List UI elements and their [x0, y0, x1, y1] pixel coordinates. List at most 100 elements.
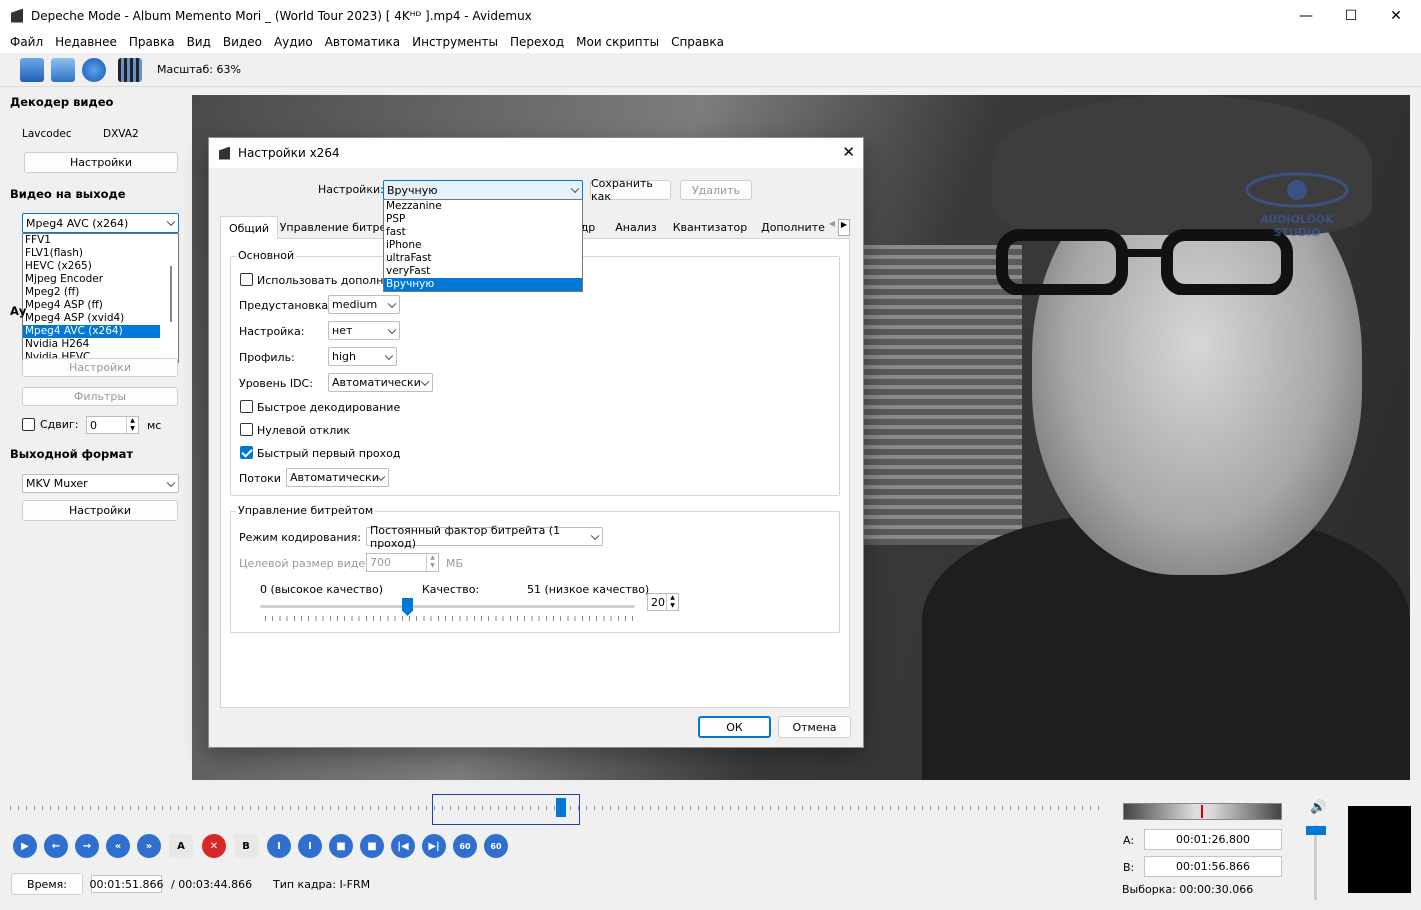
shift-input[interactable]: 0 ▲ ▼ — [86, 416, 139, 434]
watermark-line1: AUDIOLOOK — [1260, 213, 1334, 226]
tab-bitrate[interactable]: Управление битре — [280, 216, 386, 238]
marker-b-field[interactable]: 00:01:56.866 — [1144, 856, 1282, 877]
tab-analysis[interactable]: Анализ — [610, 216, 662, 238]
menu-edit[interactable]: Правка — [123, 35, 181, 49]
list-item-selected[interactable]: Mpeg4 AVC (x264) — [23, 325, 160, 338]
tab-advanced[interactable]: Дополните — [760, 216, 826, 238]
current-time-field[interactable]: 00:01:51.866 — [90, 875, 163, 893]
next-keyframe-icon[interactable]: I — [298, 834, 322, 858]
list-item[interactable]: Mezzanine — [384, 200, 582, 213]
quality-input[interactable]: 20 ▲ ▼ — [647, 593, 679, 611]
format-settings-button[interactable]: Настройки — [22, 500, 178, 521]
volume-slider-thumb[interactable] — [1306, 826, 1326, 835]
menu-file[interactable]: Файл — [4, 35, 49, 49]
decoder-settings-button[interactable]: Настройки — [24, 152, 178, 173]
time-button[interactable]: Время: — [11, 873, 83, 895]
list-item[interactable]: fast — [384, 226, 582, 239]
menu-audio[interactable]: Аудио — [268, 35, 319, 49]
maximize-button[interactable]: ☐ — [1328, 0, 1374, 31]
target-size-input[interactable]: 700 ▲ ▼ — [366, 553, 439, 572]
threads-select[interactable]: Автоматически — [286, 468, 389, 487]
delete-button[interactable]: Удалить — [680, 180, 752, 200]
list-item[interactable]: iPhone — [384, 239, 582, 252]
ok-button[interactable]: ОК — [698, 716, 771, 738]
film-icon[interactable] — [118, 58, 142, 82]
list-item[interactable]: FLV1(flash) — [23, 247, 178, 260]
format-select[interactable]: MKV Muxer — [22, 474, 179, 493]
menu-help[interactable]: Справка — [665, 35, 730, 49]
delete-selection-icon[interactable]: ✕ — [202, 834, 226, 858]
tune-select[interactable]: нет — [328, 321, 400, 340]
list-item[interactable]: FFV1 — [23, 234, 178, 247]
forward-60-icon[interactable]: 60 — [484, 834, 508, 858]
list-item[interactable]: PSP — [384, 213, 582, 226]
chevron-down-icon — [387, 325, 397, 334]
profile-select[interactable]: high — [328, 347, 397, 366]
save-as-button[interactable]: Сохранить как — [590, 177, 671, 203]
tab-scroll-left-icon[interactable]: ◀ — [826, 219, 838, 236]
save-file-icon[interactable] — [51, 58, 75, 82]
list-item-selected[interactable]: Вручную — [384, 278, 582, 291]
idc-select[interactable]: Автоматически — [328, 373, 433, 392]
back-60-icon[interactable]: 60 — [453, 834, 477, 858]
fast-forward-icon[interactable]: » — [137, 834, 161, 858]
list-item[interactable]: Mjpeg Encoder — [23, 273, 178, 286]
menu-view[interactable]: Вид — [181, 35, 217, 49]
menu-video[interactable]: Видео — [217, 35, 268, 49]
close-button[interactable]: ✕ — [1373, 0, 1419, 31]
goto-start-icon[interactable]: |◀ — [391, 834, 415, 858]
audio-filters-button[interactable]: Фильтры — [22, 387, 178, 406]
set-marker-b-icon[interactable]: B — [234, 834, 258, 858]
timeline-cursor[interactable] — [556, 798, 566, 817]
list-item[interactable]: Mpeg4 ASP (ff) — [23, 299, 178, 312]
audio-settings-button[interactable]: Настройки — [22, 358, 178, 377]
list-item[interactable]: Mpeg2 (ff) — [23, 286, 178, 299]
menu-tools[interactable]: Инструменты — [406, 35, 504, 49]
volume-slider-track[interactable] — [1314, 825, 1317, 900]
threads-value: Автоматически — [290, 471, 379, 484]
quality-slider-track[interactable] — [260, 605, 635, 608]
list-item[interactable]: Mpeg4 ASP (xvid4) — [23, 312, 178, 325]
preset-select[interactable]: Вручную — [383, 180, 583, 200]
next-black-frame-icon[interactable]: ■ — [360, 834, 384, 858]
fast-decode-checkbox[interactable] — [240, 400, 253, 413]
tab-general[interactable]: Общий — [220, 216, 278, 239]
shift-checkbox[interactable] — [22, 418, 35, 431]
next-frame-icon[interactable]: → — [75, 834, 99, 858]
volume-icon[interactable]: 🔊 — [1310, 800, 1326, 815]
menu-scripts[interactable]: Мои скрипты — [570, 35, 665, 49]
prev-black-frame-icon[interactable]: ■ — [329, 834, 353, 858]
list-item[interactable]: veryFast — [384, 265, 582, 278]
menu-go[interactable]: Переход — [504, 35, 570, 49]
marker-a-field[interactable]: 00:01:26.800 — [1144, 829, 1282, 850]
set-marker-a-icon[interactable]: A — [169, 834, 193, 858]
tab-scroll-right-icon[interactable]: ▶ — [838, 219, 850, 236]
mode-select[interactable]: Постоянный фактор битрейта (1 проход) — [366, 524, 603, 550]
menu-auto[interactable]: Автоматика — [319, 35, 406, 49]
zero-latency-checkbox[interactable] — [240, 423, 253, 436]
spin-arrows-icon[interactable]: ▲ ▼ — [426, 554, 438, 571]
play-icon[interactable]: ▶ — [13, 834, 37, 858]
mini-preview — [1348, 806, 1411, 893]
list-scrollbar[interactable] — [170, 266, 172, 322]
minimize-button[interactable]: — — [1283, 0, 1329, 31]
use-advanced-checkbox[interactable] — [240, 273, 253, 286]
tab-quantizer[interactable]: Квантизатор — [670, 216, 750, 238]
list-item[interactable]: HEVC (x265) — [23, 260, 178, 273]
prev-frame-icon[interactable]: ← — [44, 834, 68, 858]
spin-arrows-icon[interactable]: ▲ ▼ — [126, 417, 138, 433]
dialog-close-icon[interactable]: ✕ — [842, 143, 855, 161]
fast-first-pass-checkbox[interactable] — [240, 446, 253, 459]
goto-end-icon[interactable]: ▶| — [422, 834, 446, 858]
menu-recent[interactable]: Недавнее — [49, 35, 123, 49]
list-item[interactable]: Nvidia H264 — [23, 338, 178, 351]
prev-keyframe-icon[interactable]: I — [267, 834, 291, 858]
rewind-icon[interactable]: « — [106, 834, 130, 858]
info-icon[interactable] — [82, 58, 106, 82]
preset2-select[interactable]: medium — [328, 295, 400, 314]
cancel-button[interactable]: Отмена — [778, 716, 851, 738]
open-file-icon[interactable] — [20, 58, 44, 82]
spin-arrows-icon[interactable]: ▲ ▼ — [666, 594, 678, 610]
list-item[interactable]: ultraFast — [384, 252, 582, 265]
video-codec-select[interactable]: Mpeg4 AVC (x264) — [22, 213, 179, 233]
